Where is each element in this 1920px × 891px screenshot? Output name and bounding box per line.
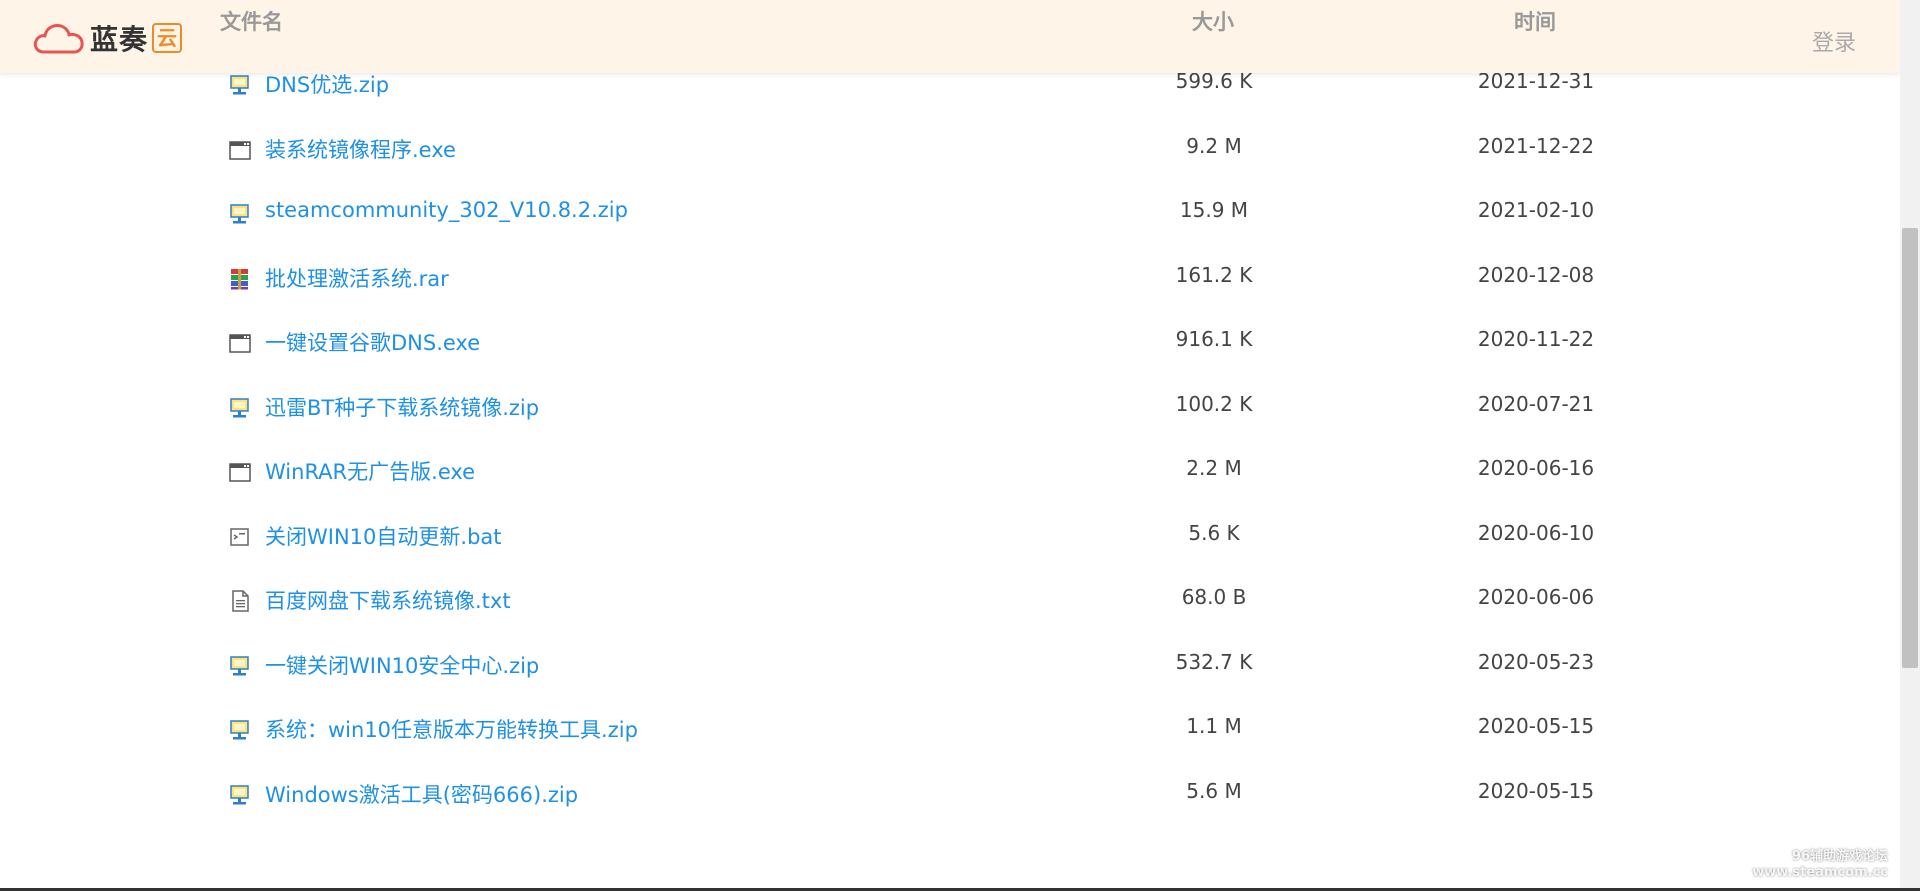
zip-icon xyxy=(228,718,252,742)
file-name-link[interactable]: WinRAR无广告版.exe xyxy=(265,456,475,486)
file-time: 2020-06-16 xyxy=(1477,456,1595,480)
txt-icon xyxy=(228,589,252,613)
header: 蓝奏 云 文件名 大小 时间 登录 xyxy=(0,0,1900,73)
column-header-size: 大小 xyxy=(1192,10,1234,34)
cloud-logo-icon xyxy=(33,24,84,54)
scrollbar-thumb[interactable] xyxy=(1902,228,1918,668)
bat-icon xyxy=(228,525,252,549)
file-name-link[interactable]: DNS优选.zip xyxy=(265,69,389,99)
file-row: 一键设置谷歌DNS.exe 916.1 K 2020-11-22 xyxy=(0,310,1900,375)
file-time: 2021-02-10 xyxy=(1477,198,1595,222)
zip-icon xyxy=(228,73,252,97)
column-header-time: 时间 xyxy=(1514,10,1556,34)
exe-icon xyxy=(228,460,252,484)
zip-icon xyxy=(228,783,252,807)
file-size: 5.6 K xyxy=(1188,520,1240,545)
page: DNS优选.zip 599.6 K 2021-12-31 装系统镜像程序.exe… xyxy=(0,0,1900,891)
file-row: Windows激活工具(密码666).zip 5.6 M 2020-05-15 xyxy=(0,762,1900,827)
file-name-link[interactable]: Windows激活工具(密码666).zip xyxy=(265,779,578,809)
file-row: WinRAR无广告版.exe 2.2 M 2020-06-16 xyxy=(0,439,1900,504)
file-time: 2020-05-23 xyxy=(1477,649,1595,674)
watermark-line1: 96辅助游戏论坛 xyxy=(1791,849,1888,864)
file-time: 2020-05-15 xyxy=(1477,714,1595,738)
file-time: 2020-06-10 xyxy=(1477,520,1595,545)
login-button[interactable]: 登录 xyxy=(1812,25,1856,57)
zip-icon xyxy=(228,654,252,678)
file-size: 9.2 M xyxy=(1186,133,1242,158)
column-header-name: 文件名 xyxy=(220,10,283,34)
file-row: 迅雷BT种子下载系统镜像.zip 100.2 K 2020-07-21 xyxy=(0,375,1900,440)
watermark: 96辅助游戏论坛 www.steamcom.cc xyxy=(1752,849,1888,881)
file-size: 532.7 K xyxy=(1175,649,1253,674)
file-size: 100.2 K xyxy=(1175,391,1253,416)
file-time: 2020-12-08 xyxy=(1477,262,1595,287)
zip-icon xyxy=(228,396,252,420)
file-name-link[interactable]: 关闭WIN10自动更新.bat xyxy=(265,521,502,551)
file-row: 装系统镜像程序.exe 9.2 M 2021-12-22 xyxy=(0,117,1900,182)
rar-icon xyxy=(228,267,252,291)
file-size: 161.2 K xyxy=(1175,262,1253,287)
file-name-link[interactable]: 百度网盘下载系统镜像.txt xyxy=(265,585,511,615)
file-time: 2020-07-21 xyxy=(1477,391,1595,416)
logo-badge: 云 xyxy=(152,23,183,53)
file-time: 2020-06-06 xyxy=(1477,585,1595,609)
file-time: 2020-05-15 xyxy=(1477,778,1595,803)
file-name-link[interactable]: steamcommunity_302_V10.8.2.zip xyxy=(265,198,628,222)
file-time: 2021-12-22 xyxy=(1477,133,1595,158)
exe-icon xyxy=(228,331,252,355)
file-row: 一键关闭WIN10安全中心.zip 532.7 K 2020-05-23 xyxy=(0,633,1900,698)
file-row: 百度网盘下载系统镜像.txt 68.0 B 2020-06-06 xyxy=(0,568,1900,633)
file-name-link[interactable]: 装系统镜像程序.exe xyxy=(265,134,456,164)
file-row: 关闭WIN10自动更新.bat 5.6 K 2020-06-10 xyxy=(0,504,1900,569)
vertical-scrollbar[interactable] xyxy=(1900,0,1920,891)
exe-icon xyxy=(228,138,252,162)
watermark-line2: www.steamcom.cc xyxy=(1752,865,1888,880)
file-row: 批处理激活系统.rar 161.2 K 2020-12-08 xyxy=(0,246,1900,311)
file-row: 系统：win10任意版本万能转换工具.zip 1.1 M 2020-05-15 xyxy=(0,697,1900,762)
logo-text: 蓝奏 xyxy=(90,23,149,56)
file-name-link[interactable]: 一键设置谷歌DNS.exe xyxy=(265,327,480,357)
file-time: 2020-11-22 xyxy=(1477,327,1595,351)
file-name-link[interactable]: 批处理激活系统.rar xyxy=(265,263,449,293)
zip-icon xyxy=(228,202,252,226)
file-size: 68.0 B xyxy=(1181,585,1247,609)
file-name-link[interactable]: 系统：win10任意版本万能转换工具.zip xyxy=(265,714,638,744)
file-size: 5.6 M xyxy=(1186,778,1242,803)
file-size: 916.1 K xyxy=(1175,327,1253,351)
logo[interactable]: 蓝奏 云 xyxy=(32,18,183,58)
file-size: 15.9 M xyxy=(1179,198,1249,222)
file-list: DNS优选.zip 599.6 K 2021-12-31 装系统镜像程序.exe… xyxy=(0,52,1900,826)
file-size: 2.2 M xyxy=(1186,456,1242,480)
file-row: steamcommunity_302_V10.8.2.zip 15.9 M 20… xyxy=(0,181,1900,246)
file-name-link[interactable]: 迅雷BT种子下载系统镜像.zip xyxy=(265,392,539,422)
file-size: 1.1 M xyxy=(1186,714,1242,738)
file-name-link[interactable]: 一键关闭WIN10安全中心.zip xyxy=(265,650,539,680)
